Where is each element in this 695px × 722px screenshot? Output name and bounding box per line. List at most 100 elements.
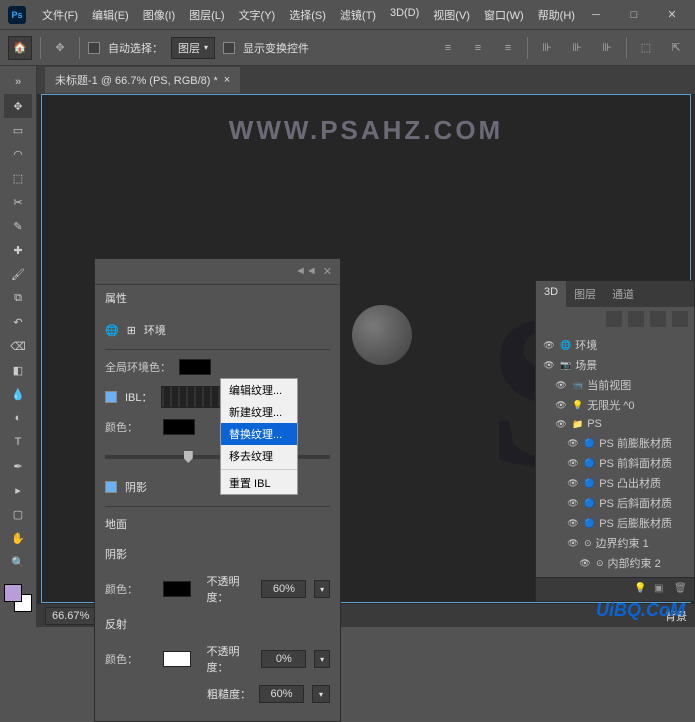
marquee-tool[interactable]: ▭ [4, 118, 32, 142]
dodge-tool[interactable]: ◐ [4, 406, 32, 430]
tree-item[interactable]: 👁🔵PS 后斜面材质 [536, 493, 694, 513]
visibility-eye-icon[interactable]: 👁 [578, 556, 592, 570]
tree-item[interactable]: 👁🔵PS 后膨胀材质 [536, 513, 694, 533]
menu-help[interactable]: 帮助(H) [532, 4, 581, 26]
align-icon[interactable]: ≡ [467, 37, 489, 59]
ctx-new-texture[interactable]: 新建纹理... [221, 401, 297, 423]
share-icon[interactable]: ⇱ [665, 37, 687, 59]
visibility-eye-icon[interactable]: 👁 [566, 456, 580, 470]
eraser-tool[interactable]: ⌫ [4, 334, 32, 358]
align-icon[interactable]: ≡ [497, 37, 519, 59]
menu-filter[interactable]: 滤镜(T) [334, 4, 382, 26]
tree-item[interactable]: 👁🔵PS 前膨胀材质 [536, 433, 694, 453]
tree-item[interactable]: 👁📷场景 [536, 355, 694, 375]
rectangle-tool[interactable]: ▢ [4, 502, 32, 526]
tree-item[interactable]: 👁🔵PS 凸出材质 [536, 473, 694, 493]
reflect-opacity-dropdown[interactable]: ▾ [314, 650, 330, 668]
3d-light-gizmo[interactable] [352, 305, 412, 365]
path-select-tool[interactable]: ▸ [4, 478, 32, 502]
tree-item[interactable]: 👁🌐环境 [536, 335, 694, 355]
tree-item[interactable]: 👁📁PS [536, 415, 694, 433]
distribute-icon[interactable]: ⊪ [596, 37, 618, 59]
zoom-tool[interactable]: 🔍 [4, 550, 32, 574]
hand-tool[interactable]: ✋ [4, 526, 32, 550]
move-tool[interactable]: ✥ [4, 94, 32, 118]
blur-tool[interactable]: 💧 [4, 382, 32, 406]
tree-item[interactable]: 👁💡无限光 ^0 [536, 395, 694, 415]
menu-edit[interactable]: 编辑(E) [86, 4, 135, 26]
tree-item[interactable]: 👁🔵PS 前斜面材质 [536, 453, 694, 473]
menu-window[interactable]: 窗口(W) [478, 4, 530, 26]
ctx-reset-ibl[interactable]: 重置 IBL [221, 472, 297, 494]
panel-header[interactable]: ◄◄ ✕ [95, 259, 340, 285]
visibility-eye-icon[interactable]: 👁 [566, 476, 580, 490]
menu-view[interactable]: 视图(V) [427, 4, 476, 26]
tree-item[interactable]: 👁📹当前视图 [536, 375, 694, 395]
render-icon[interactable]: ▣ [654, 583, 668, 597]
autoselect-checkbox[interactable] [88, 42, 100, 54]
maximize-icon[interactable]: □ [619, 5, 649, 25]
visibility-eye-icon[interactable]: 👁 [542, 338, 556, 352]
document-tab[interactable]: 未标题-1 @ 66.7% (PS, RGB/8) * × [45, 67, 240, 93]
zoom-level[interactable]: 66.67% [45, 607, 96, 625]
ctx-remove-texture[interactable]: 移去纹理 [221, 445, 297, 467]
filter-scene-icon[interactable] [606, 311, 622, 327]
shadow-checkbox[interactable] [105, 481, 117, 493]
ibl-texture-swatch[interactable] [161, 386, 225, 408]
fg-swatch[interactable] [4, 584, 22, 602]
gradient-tool[interactable]: ◧ [4, 358, 32, 382]
reflect-opacity-input[interactable] [261, 650, 306, 668]
trash-icon[interactable]: 🗑 [674, 583, 688, 597]
3d-mode-icon[interactable]: ⬚ [635, 37, 657, 59]
visibility-eye-icon[interactable]: 👁 [554, 417, 568, 431]
ibl-checkbox[interactable] [105, 391, 117, 403]
crop-tool[interactable]: ✂ [4, 190, 32, 214]
reflect-color-swatch[interactable] [163, 651, 191, 667]
distribute-icon[interactable]: ⊪ [536, 37, 558, 59]
visibility-eye-icon[interactable]: 👁 [566, 536, 580, 550]
opacity-dropdown[interactable]: ▾ [314, 580, 330, 598]
roughness-dropdown[interactable]: ▾ [312, 685, 330, 703]
clone-tool[interactable]: ⧉ [4, 286, 32, 310]
new-light-icon[interactable]: 💡 [634, 583, 648, 597]
type-tool[interactable]: T [4, 430, 32, 454]
lasso-tool[interactable]: ◠ [4, 142, 32, 166]
shadow-color-swatch[interactable] [163, 581, 191, 597]
align-icon[interactable]: ≡ [437, 37, 459, 59]
menu-3d[interactable]: 3D(D) [384, 4, 425, 26]
tab-channels[interactable]: 通道 [604, 281, 642, 307]
menu-type[interactable]: 文字(Y) [233, 4, 282, 26]
opacity-input[interactable] [261, 580, 306, 598]
ctx-replace-texture[interactable]: 替换纹理... [221, 423, 297, 445]
color-swatches[interactable] [4, 584, 32, 612]
filter-mesh-icon[interactable] [628, 311, 644, 327]
show-transform-checkbox[interactable] [223, 42, 235, 54]
global-env-color-swatch[interactable] [179, 359, 211, 375]
healing-tool[interactable]: ✚ [4, 238, 32, 262]
minimize-icon[interactable]: ─ [581, 5, 611, 25]
visibility-eye-icon[interactable]: 👁 [566, 436, 580, 450]
move-tool-icon[interactable]: ✥ [49, 37, 71, 59]
eyedropper-tool[interactable]: ✎ [4, 214, 32, 238]
filter-light-icon[interactable] [672, 311, 688, 327]
close-icon[interactable]: ✕ [323, 265, 332, 278]
tree-item[interactable]: 👁⊙内部约束 2 [536, 553, 694, 573]
autoselect-dropdown[interactable]: 图层▾ [171, 37, 215, 59]
history-brush-tool[interactable]: ↶ [4, 310, 32, 334]
quick-select-tool[interactable]: ⬚ [4, 166, 32, 190]
roughness-input[interactable] [259, 685, 304, 703]
filter-material-icon[interactable] [650, 311, 666, 327]
tab-layers[interactable]: 图层 [566, 281, 604, 307]
tree-item[interactable]: 👁⊙边界约束 1 [536, 533, 694, 553]
brush-tool[interactable]: 🖌 [4, 262, 32, 286]
collapse-icon[interactable]: ◄◄ [295, 265, 317, 278]
menu-file[interactable]: 文件(F) [36, 4, 84, 26]
visibility-eye-icon[interactable]: 👁 [554, 398, 568, 412]
home-icon[interactable]: 🏠 [8, 36, 32, 60]
tab-close-icon[interactable]: × [224, 74, 230, 86]
env-color-swatch[interactable] [163, 419, 195, 435]
visibility-eye-icon[interactable]: 👁 [542, 358, 556, 372]
menu-image[interactable]: 图像(I) [137, 4, 181, 26]
expand-icon[interactable]: » [4, 70, 32, 94]
menu-layer[interactable]: 图层(L) [183, 4, 230, 26]
